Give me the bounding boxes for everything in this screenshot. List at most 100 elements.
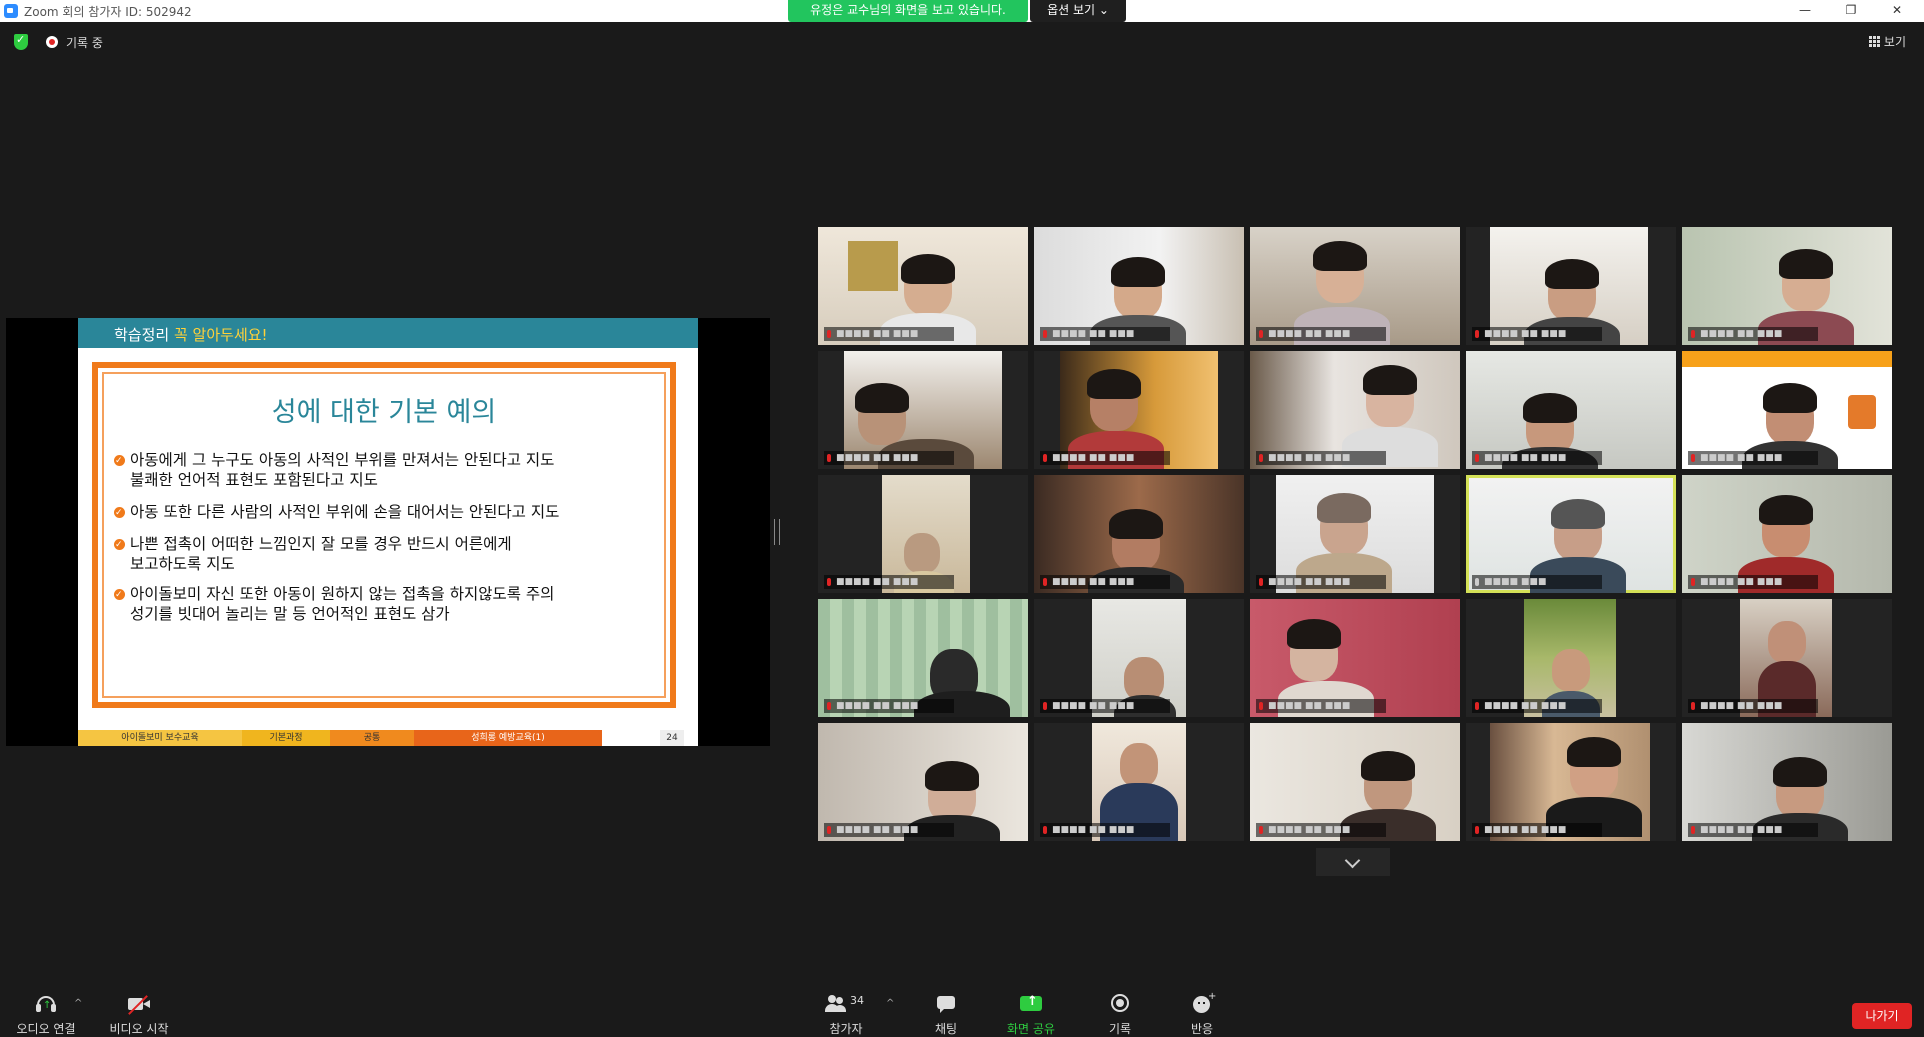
check-bullet-icon <box>114 451 125 471</box>
gallery-next-page-button[interactable] <box>1316 848 1390 876</box>
zoom-logo-icon <box>4 4 18 18</box>
recording-label[interactable]: 기록 중 <box>66 34 103 51</box>
screen-share-banner: 유정은 교수님의 화면을 보고 있습니다. <box>788 0 1028 22</box>
participant-name: ■■■■ ■■ ■■■ <box>1256 451 1386 465</box>
participant-tile[interactable]: ■■■■ ■■ ■■■ <box>1682 227 1892 345</box>
participant-name: ■■■■ ■■ ■■■ <box>1472 451 1602 465</box>
grid-icon <box>1868 36 1880 47</box>
participant-tile[interactable]: ■■■■ ■■ ■■■ <box>1250 599 1460 717</box>
participant-name: ■■■■ ■■ ■■■ <box>824 327 954 341</box>
video-off-icon <box>127 994 151 1015</box>
restore-button[interactable]: ❐ <box>1828 0 1874 22</box>
participant-tile[interactable]: ■■■■ ■■ ■■■ <box>1034 227 1244 345</box>
participant-name: ■■■■ ■■ ■■■ <box>1256 699 1386 713</box>
gallery-view-button[interactable]: 보기 <box>1868 33 1906 50</box>
close-button[interactable]: ✕ <box>1874 0 1920 22</box>
participants-button[interactable]: 34 참가자 <box>818 994 874 1037</box>
record-label: 기록 <box>1108 1022 1132 1036</box>
recording-icon <box>46 36 58 48</box>
participant-tile[interactable]: ■■■■ ■■ ■■■ <box>1466 227 1676 345</box>
participant-tile[interactable]: ■■■■ ■■ ■■■ <box>1250 475 1460 593</box>
participant-tile[interactable]: ■■■■ ■■ ■■■ <box>818 599 1028 717</box>
participant-name: ■■■■ ■■ ■■■ <box>824 575 954 589</box>
minimize-button[interactable]: — <box>1782 0 1828 22</box>
audio-options-caret[interactable]: ^ <box>74 998 82 1009</box>
participant-tile[interactable]: ■■■■ ■■ ■■■ <box>1682 475 1892 593</box>
participants-label: 참가자 <box>829 1022 863 1036</box>
footer-level: 기본과정 <box>242 730 330 746</box>
window-title: Zoom 회의 참가자 ID: 502942 <box>24 5 192 19</box>
leave-meeting-button[interactable]: 나가기 <box>1852 1003 1912 1029</box>
slide-footer: 아이돌보미 보수교육 기본과정 공통 성희롱 예방교육(1) 24 <box>78 730 698 746</box>
participant-name: ■■■■ ■■ ■■■ <box>1688 699 1818 713</box>
slide-content-frame: 성에 대한 기본 예의 아동에게 그 누구도 아동의 사적인 부위를 만져서는 … <box>92 362 676 708</box>
slide-header-text: 학습정리 꼭 알아두세요! <box>114 324 268 345</box>
view-options-button[interactable]: 옵션 보기 ⌄ <box>1030 0 1126 22</box>
reactions-label: 반응 <box>1190 1022 1214 1036</box>
encryption-shield-icon[interactable] <box>14 33 28 50</box>
participant-name: ■■■■ ■■ ■■■ <box>1256 327 1386 341</box>
participant-tile[interactable]: ■■■■ ■■ ■■■ <box>1682 599 1892 717</box>
panel-resize-handle[interactable] <box>774 519 780 545</box>
chat-icon <box>934 994 958 1014</box>
participant-name: ■■■■ ■■ ■■■ <box>824 823 954 837</box>
participant-tile[interactable]: ■■■■ ■■ ■■■ <box>1034 599 1244 717</box>
slide-bullet: 아동에게 그 누구도 아동의 사적인 부위를 만져서는 안된다고 지도불쾌한 언… <box>114 450 555 490</box>
share-screen-button[interactable]: ↑ 화면 공유 <box>1002 994 1060 1037</box>
chat-label: 채팅 <box>934 1022 958 1036</box>
check-bullet-icon <box>114 535 125 555</box>
participant-tile[interactable]: ■■■■ ■■ ■■■ <box>818 475 1028 593</box>
participant-name: ■■■■ ■■ ■■■ <box>1688 451 1818 465</box>
bullet-line: 성기를 빗대어 놀리는 말 등 언어적인 표현도 삼가 <box>130 605 450 623</box>
slide-header-prefix: 학습정리 <box>114 326 170 344</box>
slide-header-highlight: 꼭 알아두세요! <box>173 326 268 344</box>
participant-name: ■■■■ ■■ ■■■ <box>1688 823 1818 837</box>
participant-name: ■■■■ ■■■ <box>1472 575 1602 589</box>
bullet-line: 아동에게 그 누구도 아동의 사적인 부위를 만져서는 안된다고 지도 <box>130 451 555 469</box>
participant-name: ■■■■ ■■ ■■■ <box>824 451 954 465</box>
participant-tile[interactable]: ■■■■ ■■ ■■■ <box>818 351 1028 469</box>
presentation-slide: 학습정리 꼭 알아두세요! 성에 대한 기본 예의 아동에게 그 누구도 아동의… <box>78 318 698 746</box>
participant-tile[interactable]: ■■■■ ■■ ■■■ <box>1466 599 1676 717</box>
participant-tile[interactable]: ■■■■ ■■ ■■■ <box>1034 351 1244 469</box>
record-button[interactable]: 기록 <box>1104 994 1136 1037</box>
join-audio-label: 오디오 연결 <box>16 1022 76 1036</box>
participant-name: ■■■■ ■■ ■■■ <box>1040 451 1170 465</box>
participant-tile[interactable]: ■■■■ ■■ ■■■ <box>1682 351 1892 469</box>
participants-options-caret[interactable]: ^ <box>886 998 894 1009</box>
bullet-line: 불쾌한 언어적 표현도 포함된다고 지도 <box>130 471 378 489</box>
check-bullet-icon <box>114 503 125 523</box>
share-screen-icon: ↑ <box>1019 994 1043 1014</box>
participant-name: ■■■■ ■■ ■■■ <box>1472 327 1602 341</box>
footer-topic: 성희롱 예방교육(1) <box>414 730 602 746</box>
participant-name: ■■■■ ■■ ■■■ <box>1040 575 1170 589</box>
participant-tile[interactable]: ■■■■ ■■ ■■■ <box>1466 723 1676 841</box>
chat-button[interactable]: 채팅 <box>926 994 966 1037</box>
participant-tile[interactable]: ■■■■ ■■ ■■■ <box>818 227 1028 345</box>
join-audio-button[interactable]: ↑ 오디오 연결 <box>12 994 80 1037</box>
participant-tile[interactable]: ■■■■ ■■ ■■■ <box>818 723 1028 841</box>
shared-screen: 학습정리 꼭 알아두세요! 성에 대한 기본 예의 아동에게 그 누구도 아동의… <box>6 318 770 746</box>
participant-tile[interactable]: ■■■■ ■■ ■■■ <box>1250 351 1460 469</box>
participant-tile[interactable]: ■■■■ ■■ ■■■ <box>1034 475 1244 593</box>
bullet-line: 보고하도록 지도 <box>130 555 235 573</box>
footer-course: 아이돌보미 보수교육 <box>78 730 242 746</box>
participant-name: ■■■■ ■■ ■■■ <box>1472 699 1602 713</box>
participant-tile[interactable]: ■■■■ ■■ ■■■ <box>1466 351 1676 469</box>
participant-name: ■■■■ ■■ ■■■ <box>1040 327 1170 341</box>
view-label: 보기 <box>1883 35 1906 49</box>
start-video-button[interactable]: 비디오 시작 <box>104 994 174 1037</box>
bullet-line: 나쁜 접촉이 어떠한 느낌인지 잘 모를 경우 반드시 어른에게 <box>130 535 512 553</box>
slide-page-number: 24 <box>660 730 684 746</box>
start-video-label: 비디오 시작 <box>109 1022 169 1036</box>
participant-name: ■■■■ ■■ ■■■ <box>1040 823 1170 837</box>
participant-tile[interactable]: ■■■■ ■■ ■■■ <box>1250 723 1460 841</box>
participants-count: 34 <box>850 994 864 1007</box>
participant-tile-active-speaker[interactable]: ■■■■ ■■■ <box>1466 475 1676 593</box>
participant-tile[interactable]: ■■■■ ■■ ■■■ <box>1034 723 1244 841</box>
reactions-button[interactable]: + 반응 <box>1186 991 1218 1037</box>
participant-tile[interactable]: ■■■■ ■■ ■■■ <box>1682 723 1892 841</box>
participant-tile[interactable]: ■■■■ ■■ ■■■ <box>1250 227 1460 345</box>
participant-name: ■■■■ ■■ ■■■ <box>1472 823 1602 837</box>
bullet-line: 아동 또한 다른 사람의 사적인 부위에 손을 대어서는 안된다고 지도 <box>130 503 560 521</box>
